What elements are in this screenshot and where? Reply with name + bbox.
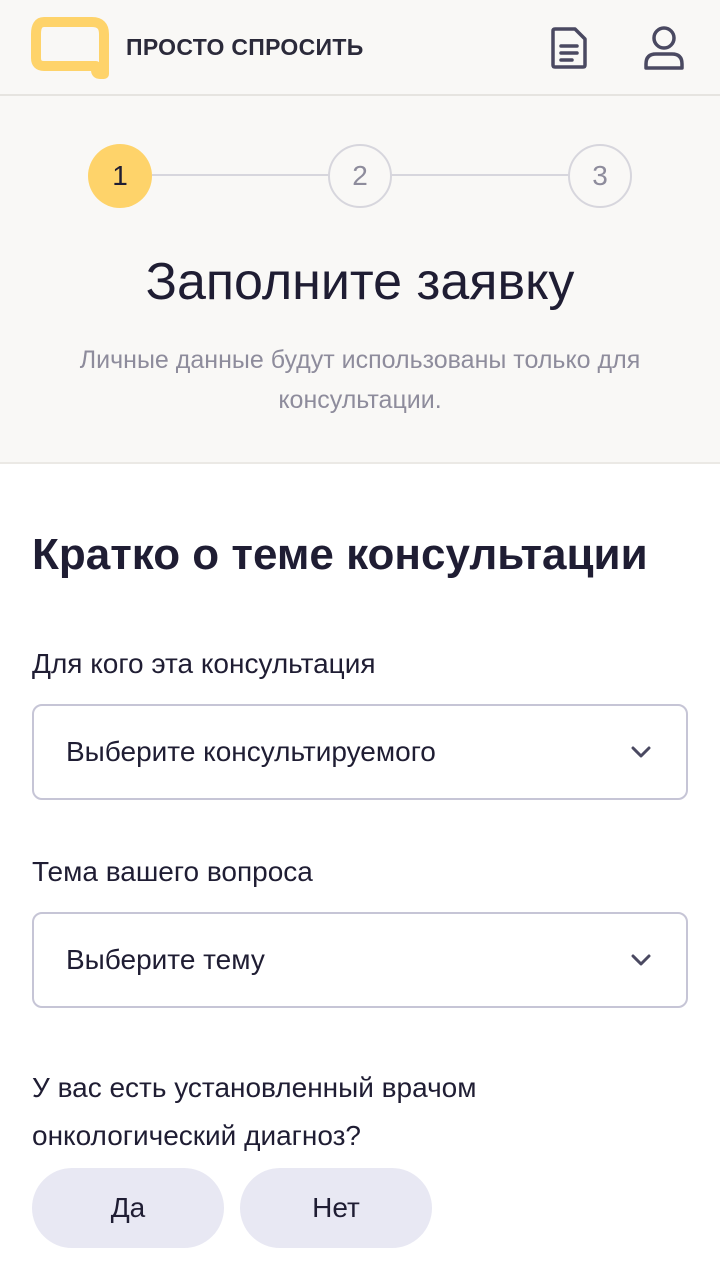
- document-icon[interactable]: [548, 26, 590, 70]
- chevron-down-icon: [631, 954, 651, 966]
- stepper-line: [390, 174, 570, 176]
- diagnosis-question: У вас есть установленный врачом онкологи…: [32, 1072, 477, 1151]
- stepper-line: [152, 174, 330, 176]
- step-1: 1: [88, 144, 152, 208]
- no-button[interactable]: Нет: [240, 1168, 432, 1248]
- topic-select[interactable]: Выберите тему: [32, 912, 688, 1008]
- section-title: Кратко о теме консультации: [32, 530, 648, 579]
- step-3: 3: [568, 144, 632, 208]
- step-number: 3: [592, 160, 608, 191]
- for-whom-label: Для кого эта консультация: [32, 648, 376, 679]
- step-number: 1: [112, 160, 128, 191]
- topic-placeholder: Выберите тему: [66, 944, 265, 975]
- step-2: 2: [328, 144, 392, 208]
- for-whom-select[interactable]: Выберите консультируемого: [32, 704, 688, 800]
- app-header: ПРОСТО СПРОСИТЬ: [0, 0, 720, 96]
- speech-bubble-icon[interactable]: [30, 16, 110, 82]
- for-whom-placeholder: Выберите консультируемого: [66, 736, 436, 767]
- topic-label: Тема вашего вопроса: [32, 856, 313, 887]
- page-title: Заполните заявку: [145, 253, 575, 311]
- logo-text[interactable]: ПРОСТО СПРОСИТЬ: [126, 34, 364, 61]
- chevron-down-icon: [631, 746, 651, 758]
- step-number: 2: [352, 160, 368, 191]
- user-icon[interactable]: [640, 24, 688, 72]
- yes-button[interactable]: Да: [32, 1168, 224, 1248]
- page-subtitle: Личные данные будут использованы только …: [79, 346, 641, 414]
